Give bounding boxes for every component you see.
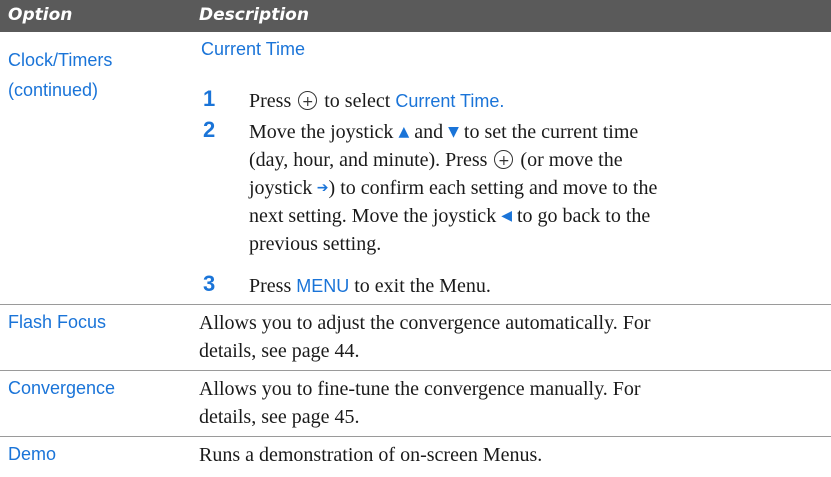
joystick-press-icon [298,89,318,115]
arrow-up-icon: ▲ [398,124,410,140]
table-header: Option Description [0,0,831,32]
convergence-option: Convergence [8,378,116,398]
step-number-2: 2 [203,117,216,142]
step-2-line-1: Move the joystick ▲ and ▼ to set the cur… [249,121,639,143]
description-column-header: Description [199,5,309,25]
convergence-desc-1: Allows you to fine-tune the convergence … [199,378,641,400]
arrow-down-icon: ▼ [448,124,459,140]
arrow-left-icon: ◀ [501,208,512,224]
step-2-line-2: (day, hour, and minute). Press (or move … [249,147,623,174]
step-number-1: 1 [203,86,216,111]
flash-focus-desc-2: details, see page 44. [199,340,360,362]
option-column-header: Option [8,5,73,25]
clock-timers-option: Clock/Timers [8,50,113,70]
row-divider [0,370,831,371]
step-1-text: Press to select Current Time. [249,88,504,115]
current-time-heading: Current Time [201,39,306,59]
joystick-press-icon [494,148,514,174]
flash-focus-option: Flash Focus [8,312,107,332]
arrow-right-icon: ➔ [312,180,329,196]
step-2-line-5: previous setting. [249,233,382,255]
convergence-desc-2: details, see page 45. [199,406,360,428]
step-3-text: Press MENU to exit the Menu. [249,275,491,297]
step-number-3: 3 [203,271,216,296]
row-divider [0,304,831,305]
flash-focus-desc-1: Allows you to adjust the convergence aut… [199,312,651,334]
demo-option: Demo [8,444,57,464]
demo-desc: Runs a demonstration of on-screen Menus. [199,444,543,466]
step-2-line-4: next setting. Move the joystick ◀ to go … [249,205,651,227]
step-2-line-3: joystick ➔) to confirm each setting and … [249,177,658,199]
row-divider [0,436,831,437]
continued-label: (continued) [8,80,99,100]
